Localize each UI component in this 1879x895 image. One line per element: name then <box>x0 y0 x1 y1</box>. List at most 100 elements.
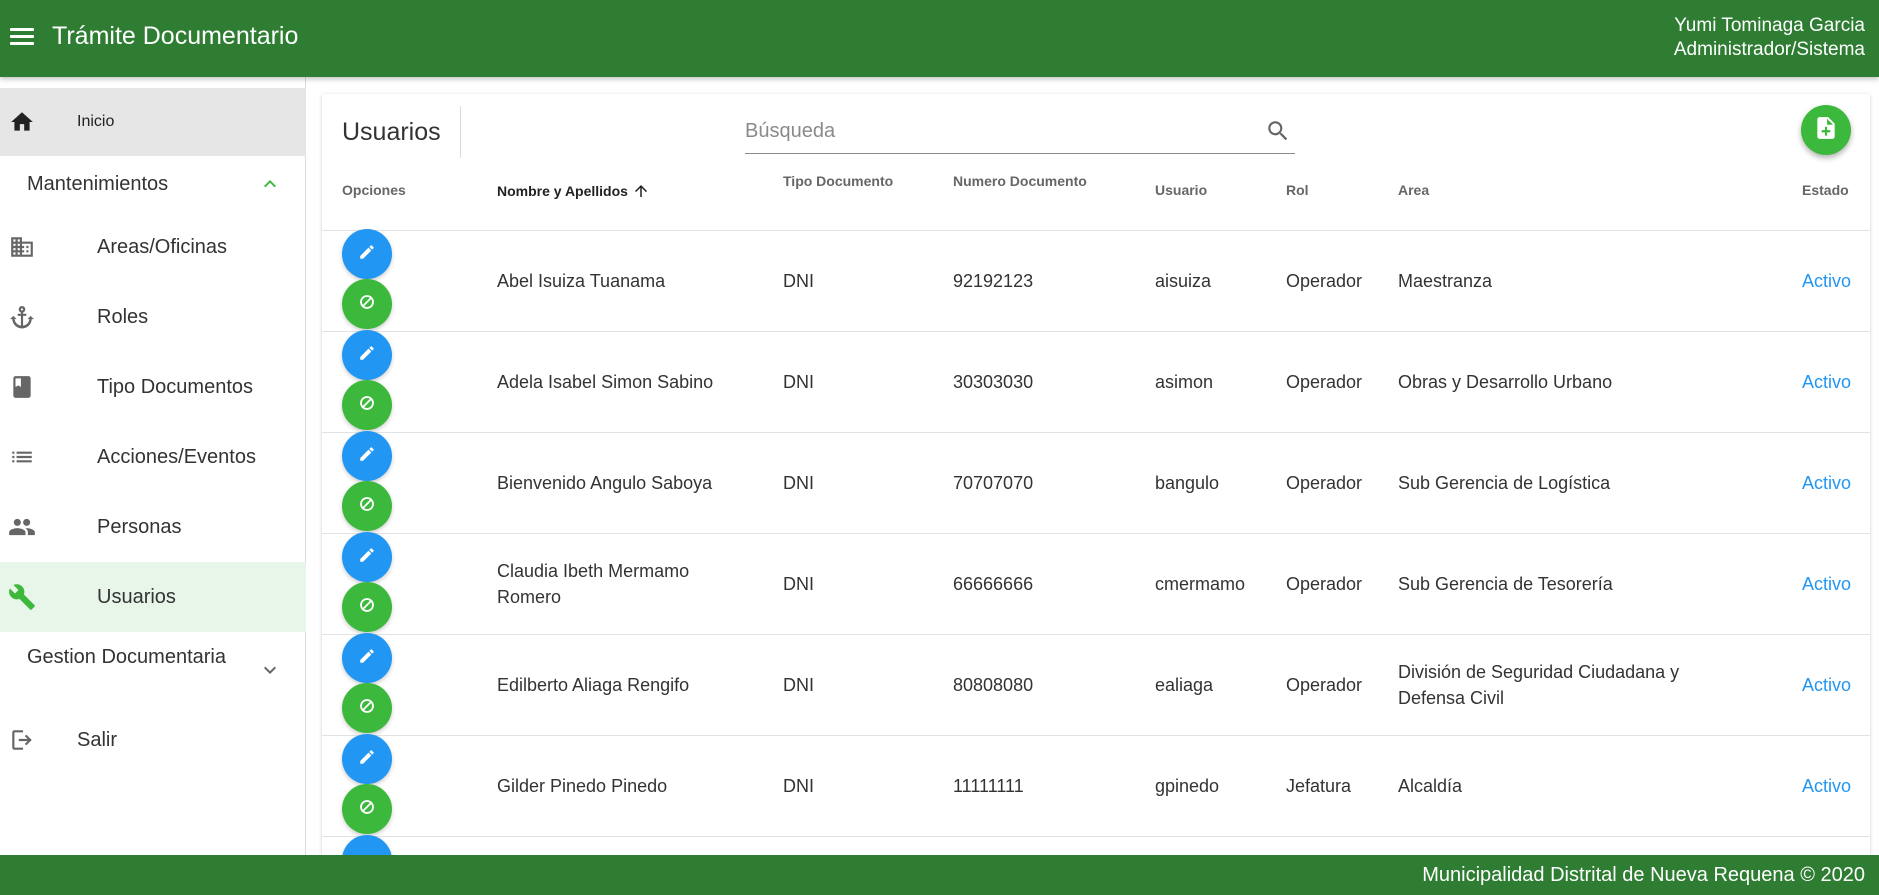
sidebar-item-label: Inicio <box>77 113 115 130</box>
block-icon <box>358 798 376 821</box>
cell-tipo-documento: DNI <box>783 473 814 493</box>
status-link[interactable]: Activo <box>1802 672 1851 698</box>
search-icon[interactable] <box>1265 118 1291 149</box>
pencil-icon <box>358 445 376 468</box>
cell-numero-documento: 30303030 <box>953 372 1034 392</box>
app-title: Trámite Documentario <box>52 22 299 50</box>
edit-button[interactable] <box>342 835 392 855</box>
search-input[interactable] <box>745 120 1235 143</box>
cell-nombre: Edilberto Aliaga Rengifo <box>497 675 690 695</box>
cell-rol: Operador <box>1286 372 1363 392</box>
section-label: Mantenimientos <box>27 173 169 195</box>
people-icon <box>8 513 36 541</box>
hamburger-menu-icon[interactable] <box>8 24 36 52</box>
cell-usuario: bangulo <box>1155 473 1220 493</box>
edit-button[interactable] <box>342 734 392 784</box>
cell-area: Maestranza <box>1398 271 1493 291</box>
sort-arrow-up-icon <box>632 182 650 200</box>
logout-icon <box>8 726 36 754</box>
user-name: Yumi Tominaga Garcia <box>1674 15 1865 36</box>
top-app-bar: Trámite Documentario Yumi Tominaga Garci… <box>0 0 1879 77</box>
block-icon <box>358 596 376 619</box>
deactivate-button[interactable] <box>342 380 392 430</box>
deactivate-button[interactable] <box>342 279 392 329</box>
column-header-opciones: Opciones <box>342 182 406 198</box>
table-row: Abel Isuiza Tuanama DNI 92192123 aisuiza… <box>322 229 1870 332</box>
section-mantenimientos[interactable]: Mantenimientos <box>0 156 306 212</box>
column-header-tipo-documento[interactable]: Tipo Documento <box>783 173 893 189</box>
column-header-estado[interactable]: Estado <box>1802 182 1849 198</box>
sidebar-item-inicio[interactable]: Inicio <box>0 88 306 156</box>
cell-tipo-documento: DNI <box>783 372 814 392</box>
column-header-rol[interactable]: Rol <box>1286 182 1309 198</box>
column-header-nombre[interactable]: Nombre y Apellidos <box>497 182 650 200</box>
cell-numero-documento: 92192123 <box>953 271 1034 291</box>
search-field <box>745 108 1295 154</box>
cell-nombre: Abel Isuiza Tuanama <box>497 271 666 291</box>
cell-numero-documento: 11111111 <box>953 776 1024 796</box>
column-header-numero-documento[interactable]: Numero Documento <box>953 173 1087 189</box>
section-label: Gestion Documentaria <box>27 646 226 668</box>
title-divider <box>460 106 461 158</box>
sidebar-item-acciones-eventos[interactable]: Acciones/Eventos <box>0 422 306 492</box>
cell-usuario: aisuiza <box>1155 271 1212 291</box>
cell-tipo-documento: DNI <box>783 776 814 796</box>
sidebar-item-label: Tipo Documentos <box>97 375 253 398</box>
cell-usuario: asimon <box>1155 372 1214 392</box>
cell-area: Sub Gerencia de Tesorería <box>1398 574 1613 594</box>
building-icon <box>8 233 36 261</box>
sidebar-item-salir[interactable]: Salir <box>0 712 306 768</box>
anchor-icon <box>8 303 36 331</box>
sidebar-item-usuarios[interactable]: Usuarios <box>0 562 306 632</box>
sidebar-item-tipo-documentos[interactable]: Tipo Documentos <box>0 352 306 422</box>
cell-rol: Operador <box>1286 675 1363 695</box>
block-icon <box>358 495 376 518</box>
table-row: Claudia Ibeth Mermamo Romero DNI 6666666… <box>322 532 1870 635</box>
sidebar-item-roles[interactable]: Roles <box>0 282 306 352</box>
cell-area: División de Seguridad Ciudadana y Defens… <box>1398 662 1680 708</box>
sidebar-item-personas[interactable]: Personas <box>0 492 306 562</box>
sidebar-item-areas[interactable]: Areas/Oficinas <box>0 212 306 282</box>
edit-button[interactable] <box>342 229 392 279</box>
deactivate-button[interactable] <box>342 582 392 632</box>
block-icon <box>358 697 376 720</box>
cell-nombre: Gilder Pinedo Pinedo <box>497 776 668 796</box>
edit-button[interactable] <box>342 532 392 582</box>
column-header-area[interactable]: Area <box>1398 182 1429 198</box>
column-header-usuario[interactable]: Usuario <box>1155 182 1207 198</box>
sidebar-item-label: Usuarios <box>97 585 176 608</box>
wrench-icon <box>8 583 36 611</box>
block-icon <box>358 394 376 417</box>
edit-button[interactable] <box>342 431 392 481</box>
deactivate-button[interactable] <box>342 683 392 733</box>
users-card: Usuarios Opciones Nombre y Apellidos Tip… <box>322 94 1870 855</box>
cell-rol: Operador <box>1286 574 1363 594</box>
sidebar-item-label: Roles <box>97 305 149 328</box>
cell-area: Sub Gerencia de Logística <box>1398 473 1611 493</box>
book-icon <box>8 373 36 401</box>
pencil-icon <box>358 546 376 569</box>
cell-nombre: Claudia Ibeth Mermamo Romero <box>497 561 690 607</box>
section-gestion-documentaria[interactable]: Gestion Documentaria <box>0 632 306 712</box>
cell-numero-documento: 70707070 <box>953 473 1034 493</box>
cell-nombre: Adela Isabel Simon Sabino <box>497 372 714 392</box>
table-row: Gilder Pinedo Pinedo DNI 11111111 gpined… <box>322 734 1870 837</box>
sidebar-item-label: Acciones/Eventos <box>97 445 256 468</box>
add-user-button[interactable] <box>1801 105 1851 155</box>
edit-button[interactable] <box>342 330 392 380</box>
status-link[interactable]: Activo <box>1802 268 1851 294</box>
edit-button[interactable] <box>342 633 392 683</box>
deactivate-button[interactable] <box>342 481 392 531</box>
block-icon <box>358 293 376 316</box>
table-row: Edilberto Aliaga Rengifo DNI 80808080 ea… <box>322 633 1870 736</box>
status-link[interactable]: Activo <box>1802 470 1851 496</box>
cell-tipo-documento: DNI <box>783 675 814 695</box>
deactivate-button[interactable] <box>342 784 392 834</box>
cell-usuario: cmermamo <box>1155 574 1246 594</box>
status-link[interactable]: Activo <box>1802 571 1851 597</box>
cell-tipo-documento: DNI <box>783 574 814 594</box>
cell-area: Alcaldía <box>1398 776 1463 796</box>
status-link[interactable]: Activo <box>1802 773 1851 799</box>
pencil-icon <box>358 748 376 771</box>
status-link[interactable]: Activo <box>1802 369 1851 395</box>
